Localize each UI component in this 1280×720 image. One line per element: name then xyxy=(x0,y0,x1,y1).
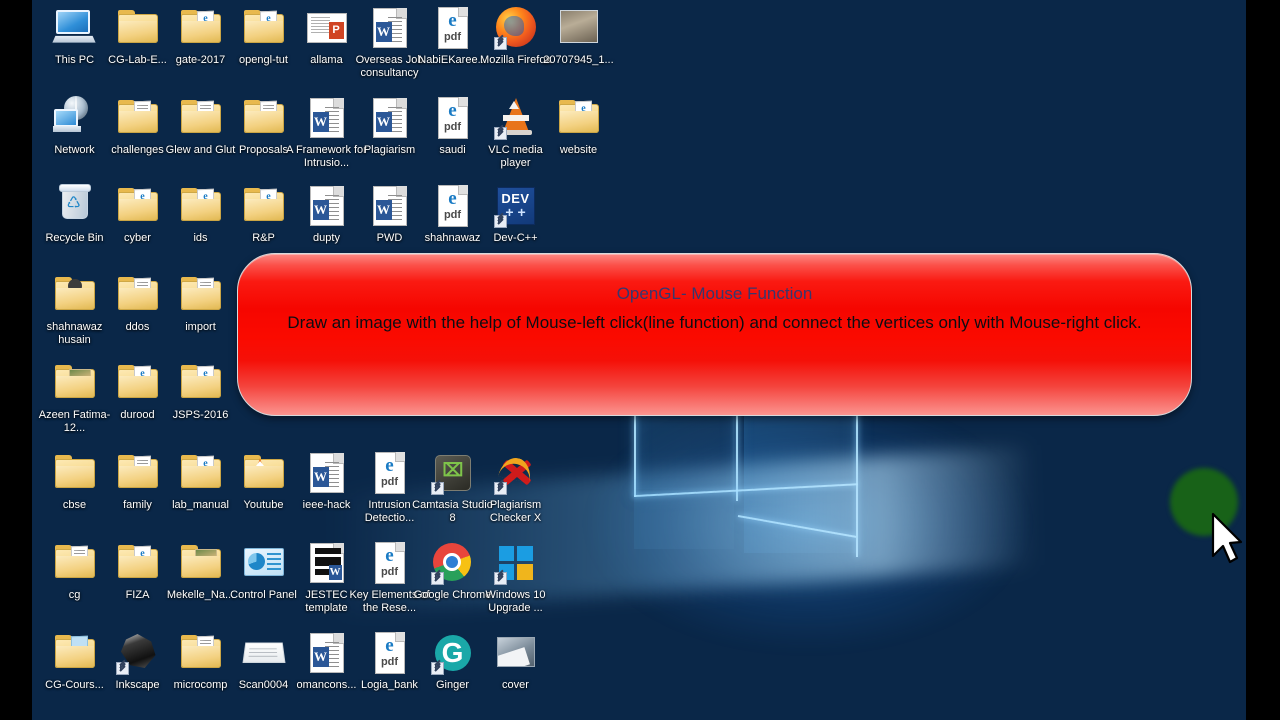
desktop-icon-label: Windows 10 Upgrade ... xyxy=(485,589,546,614)
desktop-icon-label: Dev-C++ xyxy=(493,232,538,244)
shortcut-arrow-icon xyxy=(493,213,507,228)
folder-pdf-icon: epdf xyxy=(178,183,224,229)
devcpp-icon: DEV + + xyxy=(493,183,539,229)
desktop-icon[interactable]: DEV+ + Dev-C++ xyxy=(473,183,558,245)
folder-doc-icon xyxy=(178,95,224,141)
desktop-icon-label: cover xyxy=(502,679,529,691)
desktop-surface[interactable]: This PCCG-Lab-E...epdfgate-2017epdfopeng… xyxy=(32,0,1246,720)
monitor-icon xyxy=(51,5,98,51)
pdf-icon: e pdf xyxy=(367,630,413,676)
folder-pdf-icon: epdf xyxy=(115,360,161,406)
pdf-icon: e pdf xyxy=(430,5,476,51)
word-icon: W xyxy=(367,5,413,51)
desktop-icon[interactable]: Windows 10 Upgrade ... xyxy=(473,540,558,614)
word-icon: W xyxy=(367,95,413,141)
folder-pdf-icon: epdf xyxy=(178,450,224,496)
folder-pdf-icon: epdf xyxy=(115,183,161,229)
desktop-icon[interactable]: epdf website xyxy=(536,95,621,157)
letterbox-bar-left xyxy=(0,0,32,720)
letterbox-bar-right xyxy=(1246,0,1280,720)
screen-root: This PCCG-Lab-E...epdfgate-2017epdfopeng… xyxy=(0,0,1280,720)
windows-logo-wallpaper xyxy=(572,385,1012,665)
camtasia-icon: ⌧ xyxy=(430,450,476,496)
ginger-icon xyxy=(430,630,476,676)
firefox-icon xyxy=(493,5,539,51)
pdf-icon: e pdf xyxy=(367,540,413,586)
ppt-icon: P xyxy=(304,5,350,51)
desktop-icon-label: import xyxy=(185,321,216,333)
cpanel-icon xyxy=(241,540,287,586)
word-icon: W xyxy=(304,183,350,229)
dialog-title: OpenGL- Mouse Function xyxy=(616,284,813,303)
folder-doc-icon xyxy=(178,630,224,676)
pdf-icon: e pdf xyxy=(367,450,413,496)
win10-icon xyxy=(493,540,539,586)
photo-icon xyxy=(493,630,539,676)
bin-icon: ♺ xyxy=(52,183,98,229)
desktop-icon[interactable]: Plagiarism Checker X xyxy=(473,450,558,524)
network-icon xyxy=(52,95,98,141)
word-icon: W xyxy=(304,450,350,496)
desktop-icon[interactable]: import xyxy=(158,272,243,334)
folder-pdf-icon: epdf xyxy=(241,5,287,51)
shortcut-arrow-icon xyxy=(430,570,444,585)
word-dark-icon: W xyxy=(304,540,350,586)
scan-icon xyxy=(241,630,287,676)
shortcut-arrow-icon xyxy=(430,480,444,495)
desktop-icon-label: JSPS-2016 xyxy=(172,409,229,421)
shortcut-arrow-icon xyxy=(430,660,444,675)
folder-pdf-icon: epdf xyxy=(178,360,224,406)
thumb-icon xyxy=(556,5,602,51)
mouse-pointer-icon xyxy=(1211,512,1243,564)
desktop-icon-label: Plagiarism Checker X xyxy=(489,499,542,524)
folder-doc-icon xyxy=(115,450,161,496)
desktop-icon[interactable]: cover xyxy=(473,630,558,692)
pdf-icon: e pdf xyxy=(430,183,476,229)
folder-doc-icon xyxy=(115,95,161,141)
desktop-icon[interactable]: 20707945_1... xyxy=(536,5,621,67)
pdf-icon: e pdf xyxy=(430,95,476,141)
folder-pdf-icon: epdf xyxy=(178,5,224,51)
shortcut-arrow-icon xyxy=(493,480,507,495)
folder-pdf-icon: epdf xyxy=(241,183,287,229)
desktop-icon-label: website xyxy=(559,144,598,156)
folder-doc-icon xyxy=(52,540,98,586)
desktop-icon[interactable]: epdf JSPS-2016 xyxy=(158,360,243,422)
dialog-body-text: Draw an image with the help of Mouse-lef… xyxy=(287,313,1142,332)
shortcut-arrow-icon xyxy=(115,660,129,675)
shortcut-arrow-icon xyxy=(493,125,507,140)
word-icon: W xyxy=(304,630,350,676)
folder-doc-icon xyxy=(178,272,224,318)
folder-doc-icon xyxy=(115,272,161,318)
desktop-icon-label: 20707945_1... xyxy=(543,54,614,66)
word-icon: W xyxy=(367,183,413,229)
inkscape-icon xyxy=(115,630,161,676)
folder-doc-icon xyxy=(241,95,287,141)
chrome-icon xyxy=(430,540,476,586)
word-icon: W xyxy=(304,95,350,141)
folder-icon xyxy=(52,450,98,496)
opengl-message-dialog[interactable]: OpenGL- Mouse Function Draw an image wit… xyxy=(237,253,1192,416)
shortcut-arrow-icon xyxy=(493,35,507,50)
folder-img-icon xyxy=(178,540,224,586)
vlc-icon xyxy=(493,95,539,141)
folder-user-icon xyxy=(52,272,98,318)
shortcut-arrow-icon xyxy=(493,570,507,585)
folder-vlc-icon xyxy=(241,450,287,496)
folder-img-icon xyxy=(52,360,98,406)
folder-icon xyxy=(115,5,161,51)
folder-pdf-icon: epdf xyxy=(115,540,161,586)
pcx-icon xyxy=(493,450,539,496)
folder-blue-icon xyxy=(52,630,98,676)
folder-pdf-icon: epdf xyxy=(556,95,602,141)
